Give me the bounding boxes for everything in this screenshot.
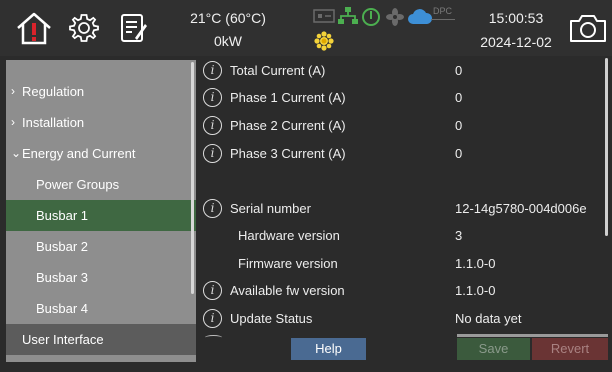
dpc-underline (431, 19, 455, 20)
next-row-peek (205, 335, 222, 340)
row-label: Phase 2 Current (A) (230, 118, 346, 133)
revert-button[interactable]: Revert (532, 338, 608, 360)
row-value: 0 (455, 90, 463, 105)
sidebar-item-regulation[interactable]: › Regulation (6, 76, 196, 107)
power-icon (361, 7, 381, 27)
sidebar-item-label: Installation (22, 115, 85, 130)
row-label: Firmware version (238, 256, 338, 271)
sidebar-item-label: User Interface (22, 332, 104, 347)
row-label: Update Status (230, 311, 313, 326)
info-icon[interactable]: i (203, 61, 222, 80)
temperature-readout: 21°C (60°C) (190, 10, 266, 26)
row-label: Hardware version (238, 228, 340, 243)
sun-icon (314, 31, 334, 51)
row-label: Serial number (230, 201, 311, 216)
row-value: 3 (455, 228, 463, 243)
sidebar-item-label: Busbar 3 (36, 270, 89, 285)
button-bar-divider (457, 334, 608, 337)
sidebar-scrollbar[interactable] (191, 62, 194, 294)
cloud-icon (407, 9, 433, 25)
sidebar-item-label: Power Groups (36, 177, 120, 192)
info-icon[interactable]: i (203, 309, 222, 328)
power-readout: 0kW (214, 33, 242, 49)
sidebar-item-label: Energy and Current (22, 146, 136, 161)
chevron-right-icon: › (11, 115, 15, 129)
detail-row-update-status: i Update Status No data yet (196, 307, 596, 331)
info-icon[interactable]: i (203, 199, 222, 218)
network-icon (337, 6, 359, 26)
clock-time: 15:00:53 (488, 10, 544, 26)
sidebar-item-busbar-4[interactable]: Busbar 4 (6, 293, 196, 324)
top-status-bar: 21°C (60°C) 0kW DPC 15:00:53 2024-12-02 (0, 0, 612, 56)
chevron-right-icon: › (11, 84, 15, 98)
info-icon[interactable]: i (203, 116, 222, 135)
save-button[interactable]: Save (457, 338, 530, 360)
sidebar-item-label: Busbar 1 (36, 208, 89, 223)
sidebar-item-busbar-3[interactable]: Busbar 3 (6, 262, 196, 293)
row-value: 1.1.0-0 (455, 283, 496, 298)
detail-row-phase-1-current: i Phase 1 Current (A) 0 (196, 86, 596, 110)
sidebar-item-energy-and-current[interactable]: ⌄ Energy and Current (6, 138, 196, 169)
info-icon[interactable]: i (203, 88, 222, 107)
info-icon[interactable]: i (203, 281, 222, 300)
row-label: Available fw version (230, 283, 345, 298)
notepad-icon[interactable] (118, 12, 148, 44)
sidebar-item-label: Regulation (22, 84, 85, 99)
detail-row-phase-3-current: i Phase 3 Current (A) 0 (196, 142, 596, 166)
camera-icon[interactable] (569, 12, 607, 44)
row-value: 12-14g5780-004d006e (455, 201, 587, 216)
dpc-label: DPC (433, 6, 453, 16)
row-label: Total Current (A) (230, 63, 326, 78)
sidebar-item-label: Busbar 2 (36, 239, 89, 254)
row-value: 0 (455, 63, 463, 78)
info-icon[interactable]: i (203, 144, 222, 163)
row-value: No data yet (455, 311, 522, 326)
sidebar-item-power-groups[interactable]: Power Groups (6, 169, 196, 200)
chevron-down-icon: ⌄ (11, 146, 22, 160)
row-label: Phase 3 Current (A) (230, 146, 346, 161)
row-value: 0 (455, 146, 463, 161)
sidebar-item-busbar-2[interactable]: Busbar 2 (6, 231, 196, 262)
sidebar-menu: › Regulation › Installation ⌄ Energy and… (6, 60, 196, 362)
detail-row-total-current: i Total Current (A) 0 (196, 59, 596, 83)
detail-panel: i Total Current (A) 0 i Phase 1 Current … (196, 56, 612, 372)
detail-row-firmware-version: Firmware version 1.1.0-0 (196, 252, 596, 276)
device-icon (313, 9, 335, 23)
detail-row-available-fw-version: i Available fw version 1.1.0-0 (196, 279, 596, 303)
row-value: 1.1.0-0 (455, 256, 496, 271)
clock-date: 2024-12-02 (480, 34, 552, 50)
gear-icon[interactable] (68, 12, 100, 44)
sidebar-item-label: Busbar 4 (36, 301, 89, 316)
sidebar-top-spacer (6, 60, 196, 76)
row-value: 0 (455, 118, 463, 133)
detail-row-serial-number: i Serial number 12-14g5780-004d006e (196, 197, 596, 221)
detail-row-phase-2-current: i Phase 2 Current (A) 0 (196, 114, 596, 138)
help-button[interactable]: Help (291, 338, 366, 360)
sidebar-item-user-interface[interactable]: User Interface (6, 324, 196, 355)
content-scrollbar[interactable] (605, 58, 608, 236)
fan-icon (386, 8, 404, 26)
home-alert-icon[interactable] (14, 9, 54, 47)
sidebar-item-busbar-1[interactable]: Busbar 1 (6, 200, 196, 231)
sidebar-item-installation[interactable]: › Installation (6, 107, 196, 138)
detail-row-hardware-version: Hardware version 3 (196, 224, 596, 248)
row-label: Phase 1 Current (A) (230, 90, 346, 105)
